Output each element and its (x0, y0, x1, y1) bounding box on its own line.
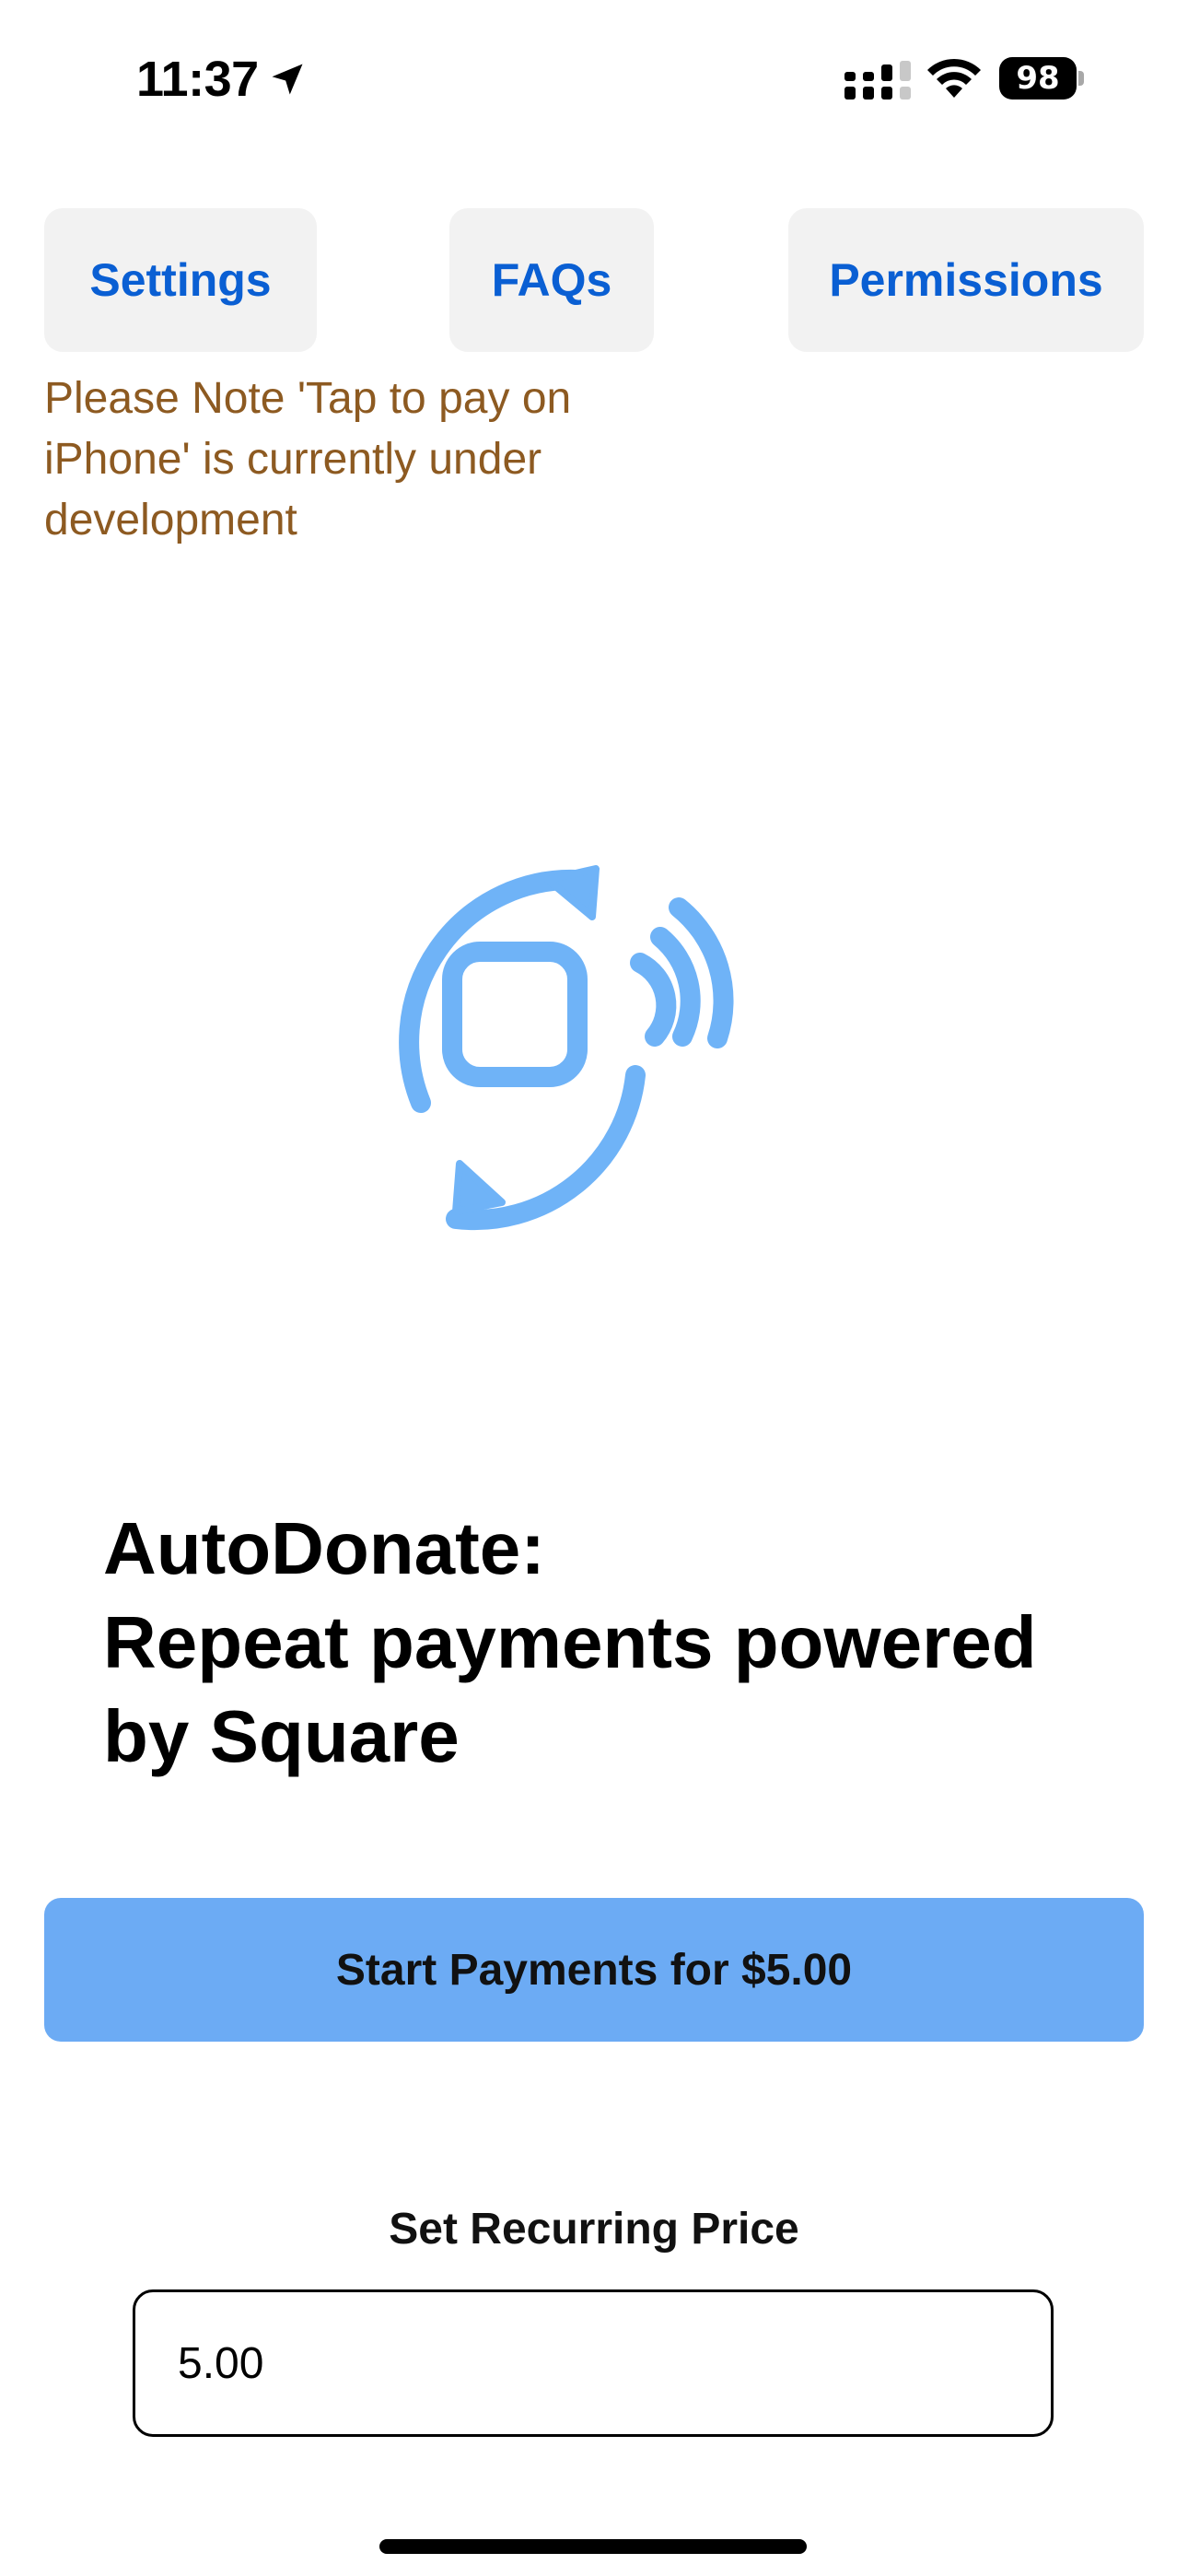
development-note: Please Note 'Tap to pay on iPhone' is cu… (44, 374, 572, 544)
home-indicator[interactable] (379, 2539, 807, 2554)
title-line-2: Repeat payments powered by Square (103, 1601, 1037, 1777)
start-payments-button[interactable]: Start Payments for $5.00 (44, 1898, 1144, 2042)
cellular-signal-icon (844, 61, 911, 100)
battery-level: 98 (999, 57, 1077, 100)
location-arrow-icon (272, 64, 303, 95)
battery-icon: 98 (999, 57, 1084, 100)
recurring-price-input[interactable] (133, 2289, 1054, 2437)
permissions-button[interactable]: Permissions (788, 208, 1144, 352)
title-line-1: AutoDonate: (103, 1507, 545, 1589)
status-time: 11:37 (136, 52, 259, 107)
settings-button[interactable]: Settings (44, 208, 317, 352)
battery-tip (1078, 71, 1084, 86)
recurring-price-label: Set Recurring Price (389, 2205, 799, 2254)
page-title: AutoDonate: Repeat payments powered by S… (103, 1502, 1116, 1784)
faqs-button[interactable]: FAQs (449, 208, 654, 352)
contactless-repeat-icon (399, 865, 734, 1231)
wifi-icon (927, 58, 981, 98)
